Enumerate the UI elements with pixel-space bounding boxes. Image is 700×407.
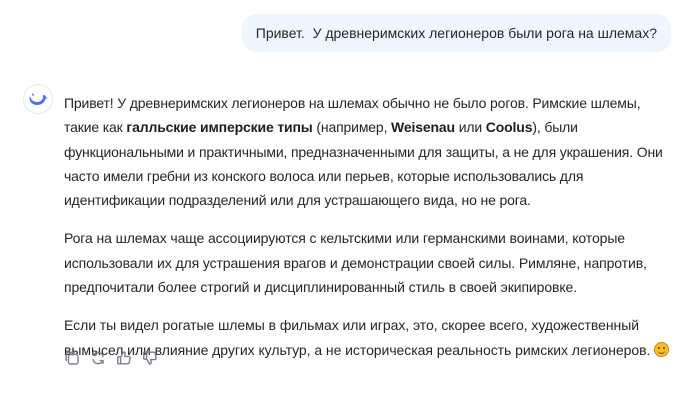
chat-page: Привет. У древнеримских легионеров были … — [0, 0, 700, 407]
bold-term: Weisenau — [391, 119, 455, 136]
regenerate-button[interactable] — [89, 348, 107, 368]
answer-paragraph-2: Рога на шлемах чаще ассоциируются с кель… — [64, 230, 647, 296]
smiling-face-emoji — [654, 341, 670, 357]
thumbs-down-icon — [142, 350, 158, 366]
answer-paragraph-1: Привет! У древнеримских легионеров на шл… — [64, 91, 676, 212]
like-button[interactable] — [115, 348, 133, 368]
copy-icon — [64, 350, 80, 366]
assistant-avatar — [23, 84, 53, 114]
bold-term: Coolus — [485, 119, 533, 136]
thumbs-up-icon — [116, 350, 132, 366]
whale-logo-icon — [28, 91, 48, 107]
answer-text: (например, — [312, 119, 392, 136]
bold-term: галльские имперские типы — [126, 119, 313, 136]
copy-button[interactable] — [63, 348, 81, 368]
assistant-message: Привет! У древнеримских легионеров на шл… — [64, 91, 676, 376]
dislike-button[interactable] — [141, 348, 159, 368]
answer-text: или — [454, 119, 486, 136]
message-actions — [63, 348, 159, 368]
regenerate-icon — [90, 350, 106, 366]
user-message-bubble: Привет. У древнеримских легионеров были … — [241, 14, 671, 52]
